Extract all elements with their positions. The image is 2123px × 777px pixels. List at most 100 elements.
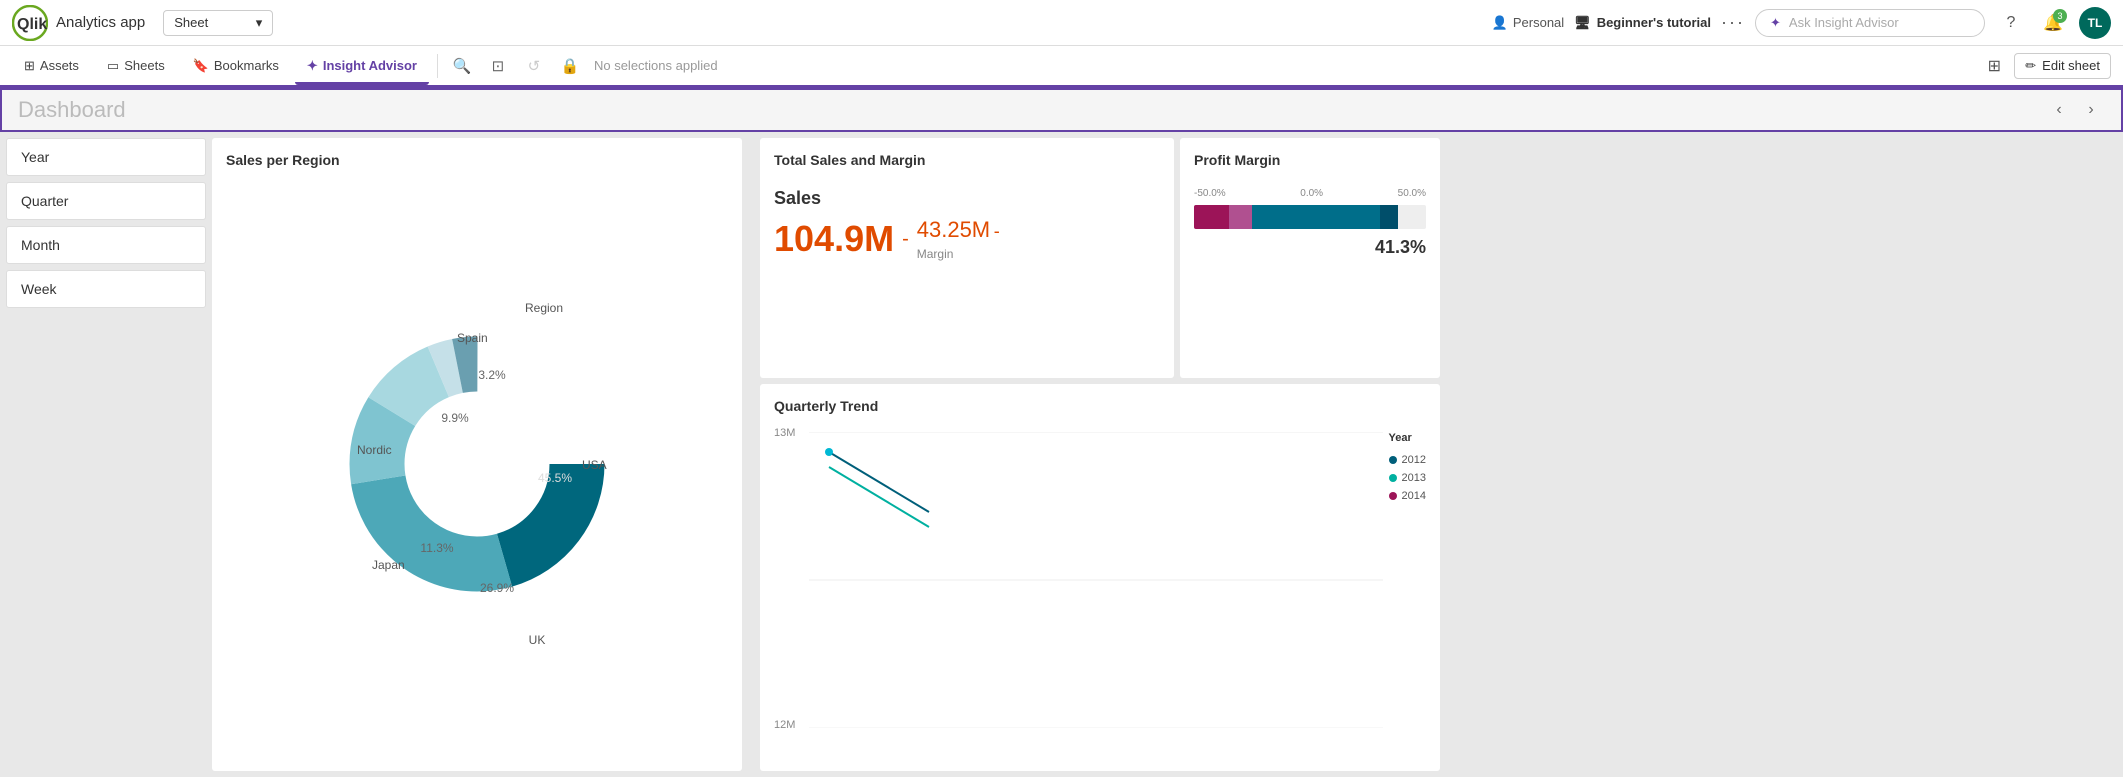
- region-label-usa: USA: [582, 458, 607, 472]
- legend-item-2014: 2014: [1389, 490, 1426, 502]
- logo-area: Qlik Analytics app: [12, 5, 145, 41]
- right-top-row: Total Sales and Margin Sales 104.9M - 43…: [760, 138, 1440, 378]
- trend-y-top: 13M: [774, 427, 795, 439]
- profit-bar-mid: [1229, 205, 1252, 229]
- app-name: Analytics app: [56, 14, 145, 31]
- nav-sheets[interactable]: ▭ Sheets: [95, 50, 177, 82]
- selection-button[interactable]: ⊡: [482, 50, 514, 82]
- monitor-icon: 🖥: [1574, 15, 1591, 31]
- assets-icon: ⊞: [24, 58, 35, 74]
- nav-bookmarks[interactable]: 🔖 Bookmarks: [181, 50, 291, 82]
- profit-bar-positive2: [1380, 205, 1399, 229]
- profit-scale-left: -50.0%: [1194, 188, 1226, 199]
- kpi-secondary-value: 43.25M: [917, 217, 990, 242]
- donut-chart: Region USA UK Japan Nordic Spain 45.5% 2…: [317, 304, 637, 624]
- legend-dot-2013: [1389, 474, 1397, 482]
- nav-insight-advisor[interactable]: ✦ Insight Advisor: [295, 50, 429, 85]
- sheets-icon: ▭: [107, 58, 119, 74]
- trend-legend: Year 2012 2013 2014: [1389, 422, 1426, 751]
- sparkle-icon: ✦: [1770, 15, 1781, 31]
- person-icon: 👤: [1492, 15, 1508, 31]
- profit-scale-mid: 0.0%: [1300, 188, 1323, 199]
- profit-title: Profit Margin: [1194, 152, 1426, 168]
- profit-card: Profit Margin -50.0% 0.0% 50.0% 41.3%: [1180, 138, 1440, 378]
- dashboard-title: Dashboard: [18, 97, 126, 123]
- tutorial-label: Beginner's tutorial: [1597, 15, 1711, 30]
- top-bar: Qlik Analytics app Sheet ▾ 👤 Personal 🖥 …: [0, 0, 2123, 46]
- profit-bar-negative: [1194, 205, 1229, 229]
- kpi-secondary-dash: -: [994, 221, 1000, 241]
- filter-week[interactable]: Week: [6, 270, 206, 308]
- bookmarks-label: Bookmarks: [214, 58, 279, 73]
- region-label-region: Region: [525, 301, 563, 315]
- pct-japan: 11.3%: [420, 541, 453, 555]
- pct-nordic: 9.9%: [441, 411, 469, 425]
- trend-y-bottom: 12M: [774, 719, 795, 731]
- smart-search-button[interactable]: 🔍: [446, 50, 478, 82]
- tutorial-button[interactable]: 🖥 Beginner's tutorial: [1574, 15, 1711, 31]
- sheet-chevron-icon: ▾: [256, 15, 263, 31]
- edit-sheet-button[interactable]: ✏ Edit sheet: [2014, 53, 2111, 79]
- kpi-sales-label: Sales: [774, 188, 1160, 209]
- nav-next-button[interactable]: ›: [2077, 96, 2105, 124]
- personal-label: Personal: [1513, 15, 1564, 30]
- right-panel: Total Sales and Margin Sales 104.9M - 43…: [760, 138, 1440, 771]
- sheets-label: Sheets: [124, 58, 164, 73]
- help-button[interactable]: ?: [1995, 7, 2027, 39]
- insight-search-bar[interactable]: ✦ Ask Insight Advisor: [1755, 9, 1985, 37]
- region-label-spain: Spain: [457, 331, 488, 345]
- kpi-values: 104.9M - 43.25M - Margin: [774, 217, 1160, 261]
- sales-chart-title: Sales per Region: [226, 152, 728, 168]
- center-separator: [748, 138, 754, 771]
- profit-scale-right: 50.0%: [1398, 188, 1426, 199]
- dashboard-title-bar: Dashboard ‹ ›: [0, 88, 2123, 132]
- donut-chart-container: Region USA UK Japan Nordic Spain 45.5% 2…: [226, 176, 728, 751]
- legend-label-2012: 2012: [1402, 454, 1426, 466]
- profit-pct: 41.3%: [1194, 237, 1426, 258]
- user-avatar[interactable]: TL: [2079, 7, 2111, 39]
- filter-year[interactable]: Year: [6, 138, 206, 176]
- legend-dot-2012: [1389, 456, 1397, 464]
- trend-chart-svg: [809, 432, 1383, 728]
- pct-uk: 26.9%: [480, 581, 514, 595]
- trend-chart-area: 13M 12M: [774, 422, 1379, 751]
- nav-divider: [437, 54, 438, 78]
- trend-line-2013: [829, 467, 929, 527]
- filter-month[interactable]: Month: [6, 226, 206, 264]
- trend-point-2012: [825, 448, 833, 456]
- kpi-title: Total Sales and Margin: [774, 152, 1160, 168]
- donut-center: [405, 392, 549, 536]
- second-bar: ⊞ Assets ▭ Sheets 🔖 Bookmarks ✦ Insight …: [0, 46, 2123, 88]
- legend-item-2012: 2012: [1389, 454, 1426, 466]
- grid-view-button[interactable]: ⊞: [1978, 50, 2010, 82]
- nav-prev-button[interactable]: ‹: [2045, 96, 2073, 124]
- nav-assets[interactable]: ⊞ Assets: [12, 50, 91, 82]
- undo-button: ↺: [518, 50, 550, 82]
- pct-spain: 3.2%: [478, 368, 506, 382]
- trend-content: 13M 12M Year: [774, 422, 1426, 751]
- sheet-label: Sheet: [174, 15, 208, 30]
- personal-button[interactable]: 👤 Personal: [1492, 15, 1565, 31]
- trend-title: Quarterly Trend: [774, 398, 1426, 414]
- notification-button[interactable]: 🔔 3: [2037, 7, 2069, 39]
- sales-per-region-card: Sales per Region: [212, 138, 742, 771]
- kpi-card: Total Sales and Margin Sales 104.9M - 43…: [760, 138, 1174, 378]
- filter-quarter[interactable]: Quarter: [6, 182, 206, 220]
- pencil-icon: ✏: [2025, 58, 2036, 74]
- more-options-button[interactable]: ···: [1721, 12, 1745, 33]
- profit-bar-positive: [1252, 205, 1380, 229]
- quarterly-trend-card: Quarterly Trend 13M 12M: [760, 384, 1440, 771]
- profit-bar: [1194, 205, 1426, 229]
- sheet-selector[interactable]: Sheet ▾: [163, 10, 273, 36]
- edit-sheet-label: Edit sheet: [2042, 58, 2100, 73]
- no-selections: No selections applied: [594, 58, 718, 73]
- legend-dot-2014: [1389, 492, 1397, 500]
- bookmark-icon: 🔖: [193, 58, 209, 74]
- qlik-logo-icon: Qlik: [12, 5, 48, 41]
- kpi-main-value: 104.9M: [774, 218, 894, 260]
- legend-label-2013: 2013: [1402, 472, 1426, 484]
- notification-badge: 3: [2053, 9, 2067, 23]
- svg-text:Qlik: Qlik: [17, 16, 47, 33]
- pct-usa: 45.5%: [538, 471, 572, 485]
- region-label-uk: UK: [529, 633, 546, 647]
